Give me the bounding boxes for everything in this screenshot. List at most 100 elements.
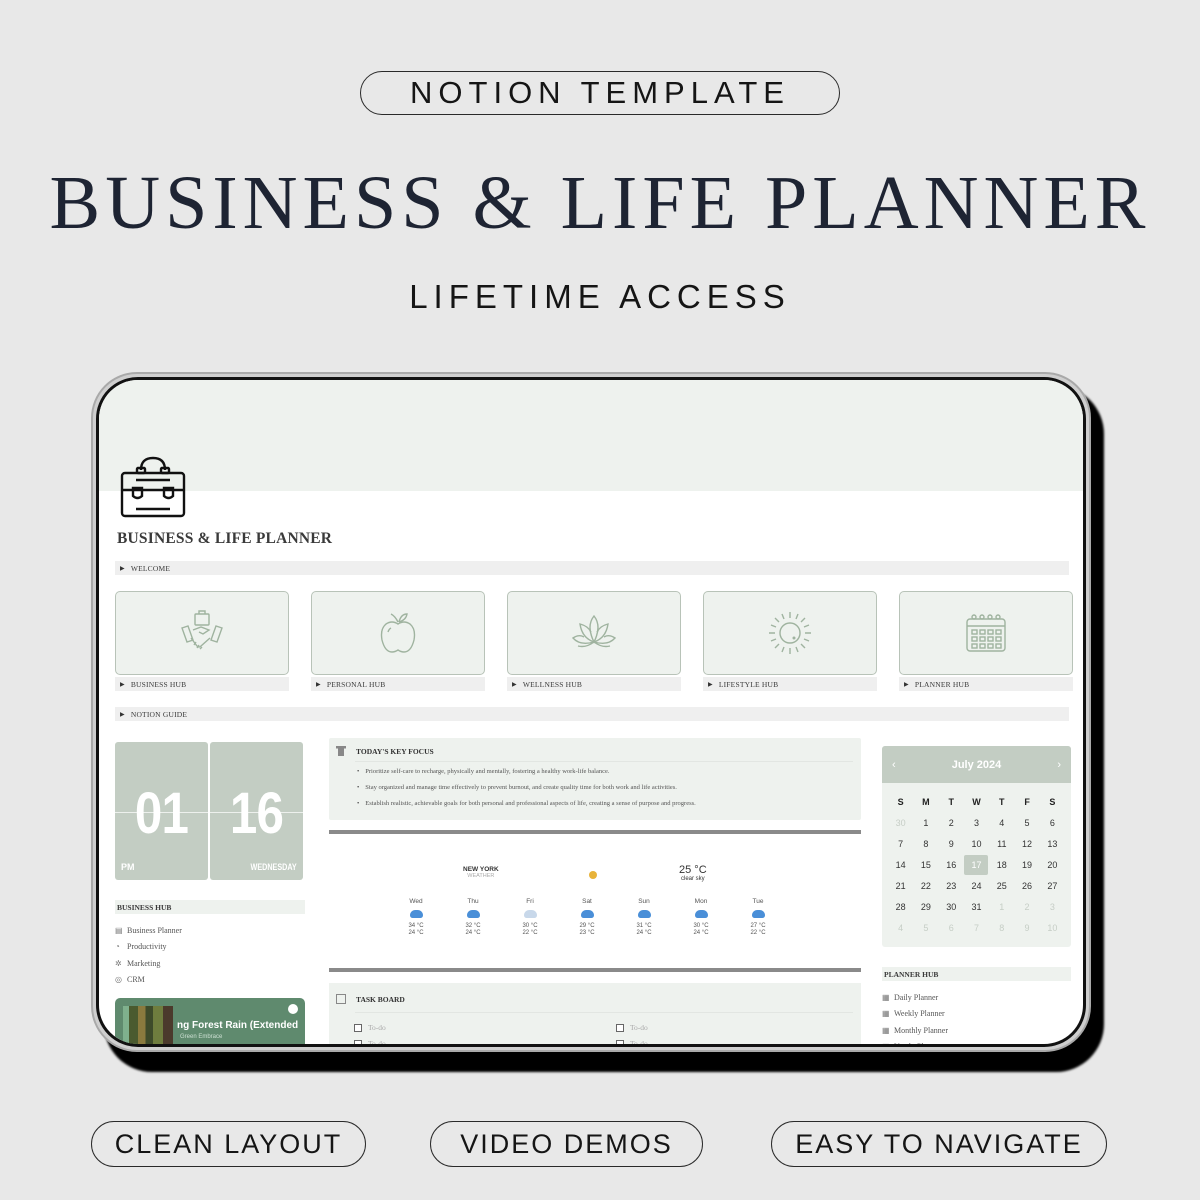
feature-badge-easy-navigation: EASY TO NAVIGATE xyxy=(771,1121,1107,1167)
calendar-day[interactable]: 13 xyxy=(1040,833,1065,854)
calendar-day[interactable]: 22 xyxy=(913,875,938,896)
calendar-day[interactable]: 11 xyxy=(989,833,1014,854)
spotify-logo-icon[interactable] xyxy=(288,1004,298,1014)
todo-item[interactable]: To-do xyxy=(616,1023,648,1032)
focus-icon xyxy=(336,746,346,756)
calendar-day[interactable]: 6 xyxy=(1040,812,1065,833)
calendar-day[interactable]: 25 xyxy=(989,875,1014,896)
calendar-day[interactable]: 27 xyxy=(1040,875,1065,896)
calendar-day[interactable]: 15 xyxy=(913,854,938,875)
calendar-day[interactable]: 1 xyxy=(913,812,938,833)
flip-clock-minute: 16 WEDNESDAY xyxy=(210,742,303,880)
calendar-day[interactable]: 6 xyxy=(939,917,964,938)
forecast-low: 24 °C xyxy=(408,930,424,936)
link-weekly-planner[interactable]: ▦ Weekly Planner xyxy=(882,1006,948,1023)
calendar-day[interactable]: 4 xyxy=(989,812,1014,833)
wellness-hub-toggle[interactable]: ▶ WELLNESS HUB xyxy=(507,677,681,691)
calendar-day[interactable]: 10 xyxy=(964,833,989,854)
link-crm[interactable]: ◎ CRM xyxy=(115,972,182,989)
calendar-day[interactable]: 31 xyxy=(964,896,989,917)
calendar-day[interactable]: 24 xyxy=(964,875,989,896)
album-art xyxy=(123,1006,173,1044)
link-productivity[interactable]: ◔ Productivity xyxy=(115,939,182,956)
calendar-day[interactable]: 8 xyxy=(989,917,1014,938)
notion-guide-toggle[interactable]: ▶ NOTION GUIDE xyxy=(115,707,1069,721)
calendar-day[interactable]: 18 xyxy=(989,854,1014,875)
link-monthly-planner[interactable]: ▦ Monthly Planner xyxy=(882,1022,948,1039)
toggle-label: WELLNESS HUB xyxy=(522,679,583,689)
prev-month-button[interactable]: ‹ xyxy=(892,759,896,771)
calendar-day[interactable]: 26 xyxy=(1014,875,1039,896)
forecast-high: 30 °C xyxy=(693,923,709,929)
planner-hub-toggle[interactable]: ▶ PLANNER HUB xyxy=(899,677,1073,691)
calendar-day[interactable]: 30 xyxy=(888,812,913,833)
calendar-day[interactable]: 9 xyxy=(939,833,964,854)
weekly-planner-icon: ▦ xyxy=(882,1009,890,1019)
calendar-day[interactable]: 3 xyxy=(964,812,989,833)
link-marketing[interactable]: ✲ Marketing xyxy=(115,955,182,972)
tablet-frame: BUSINESS & LIFE PLANNER ▶ WELCOME ▶ BUSI… xyxy=(91,372,1091,1052)
forecast-day-name: Thu xyxy=(467,898,479,905)
checkbox[interactable] xyxy=(616,1023,624,1032)
weather-city: NEW YORK xyxy=(463,866,499,873)
forecast-high: 34 °C xyxy=(408,923,424,929)
calendar-day[interactable]: 5 xyxy=(913,917,938,938)
planner-hub-card[interactable] xyxy=(899,591,1073,675)
divider xyxy=(329,830,861,834)
calendar-day[interactable]: 7 xyxy=(964,917,989,938)
checkbox[interactable] xyxy=(354,1039,362,1044)
calendar-day[interactable]: 2 xyxy=(939,812,964,833)
calendar-day[interactable]: 4 xyxy=(888,917,913,938)
spotify-embed[interactable]: ng Forest Rain (Extended Green Embrace xyxy=(115,998,305,1044)
calendar-icon xyxy=(966,614,1006,652)
rain-cloud-icon xyxy=(580,910,594,918)
lifestyle-hub-toggle[interactable]: ▶ LIFESTYLE HUB xyxy=(703,677,877,691)
divider xyxy=(329,968,861,972)
calendar-day[interactable]: 29 xyxy=(913,896,938,917)
calendar-widget: ‹ July 2024 › S M T W T F S 30 1 2 3 4 5 6 7 8 9 10 11 12 13… xyxy=(882,746,1071,947)
checkbox[interactable] xyxy=(354,1023,362,1032)
wellness-hub-card[interactable] xyxy=(507,591,681,675)
forecast-low: 23 °C xyxy=(579,930,595,936)
forecast-high: 32 °C xyxy=(465,923,481,929)
calendar-day[interactable]: 19 xyxy=(1014,854,1039,875)
calendar-day[interactable]: 20 xyxy=(1040,854,1065,875)
calendar-day[interactable]: 21 xyxy=(888,875,913,896)
calendar-day-today[interactable]: 17 xyxy=(964,854,989,875)
calendar-day[interactable]: 3 xyxy=(1040,896,1065,917)
todo-item[interactable]: To-do xyxy=(354,1039,386,1044)
calendar-day[interactable]: 5 xyxy=(1014,812,1039,833)
todo-item[interactable]: To-do xyxy=(354,1023,386,1032)
link-business-planner[interactable]: ▤ Business Planner xyxy=(115,922,182,939)
calendar-day[interactable]: 2 xyxy=(1014,896,1039,917)
calendar-day[interactable]: 30 xyxy=(939,896,964,917)
calendar-day[interactable]: 12 xyxy=(1014,833,1039,854)
focus-item: Stay organized and manage time effective… xyxy=(357,784,696,800)
personal-hub-toggle[interactable]: ▶ PERSONAL HUB xyxy=(311,677,485,691)
next-month-button[interactable]: › xyxy=(1057,759,1061,771)
forecast-day-name: Tue xyxy=(752,898,764,905)
calendar-day[interactable]: 28 xyxy=(888,896,913,917)
calendar-day[interactable]: 7 xyxy=(888,833,913,854)
calendar-day[interactable]: 16 xyxy=(939,854,964,875)
calendar-day[interactable]: 9 xyxy=(1014,917,1039,938)
lifestyle-hub-card[interactable] xyxy=(703,591,877,675)
calendar-day[interactable]: 14 xyxy=(888,854,913,875)
briefcase-icon xyxy=(120,456,186,518)
weather-widget: NEW YORK WEATHER 25 °C clear sky Wed 34 °C 2… xyxy=(389,864,799,946)
personal-hub-card[interactable] xyxy=(311,591,485,675)
daily-planner-icon: ▦ xyxy=(882,992,890,1002)
forecast-day: Sat 29 °C 23 °C xyxy=(567,898,607,937)
calendar-day[interactable]: 23 xyxy=(939,875,964,896)
calendar-day[interactable]: 1 xyxy=(989,896,1014,917)
link-yearly-planner[interactable]: ▦ Yearly Planner xyxy=(882,1039,948,1044)
business-hub-card[interactable] xyxy=(115,591,289,675)
todo-item[interactable]: To-do xyxy=(616,1039,648,1044)
checkbox[interactable] xyxy=(616,1039,624,1044)
link-daily-planner[interactable]: ▦ Daily Planner xyxy=(882,989,948,1006)
calendar-day[interactable]: 8 xyxy=(913,833,938,854)
marketing-page-icon: ✲ xyxy=(115,958,122,968)
business-hub-toggle[interactable]: ▶ BUSINESS HUB xyxy=(115,677,289,691)
calendar-day[interactable]: 10 xyxy=(1040,917,1065,938)
welcome-toggle[interactable]: ▶ WELCOME xyxy=(115,561,1069,575)
